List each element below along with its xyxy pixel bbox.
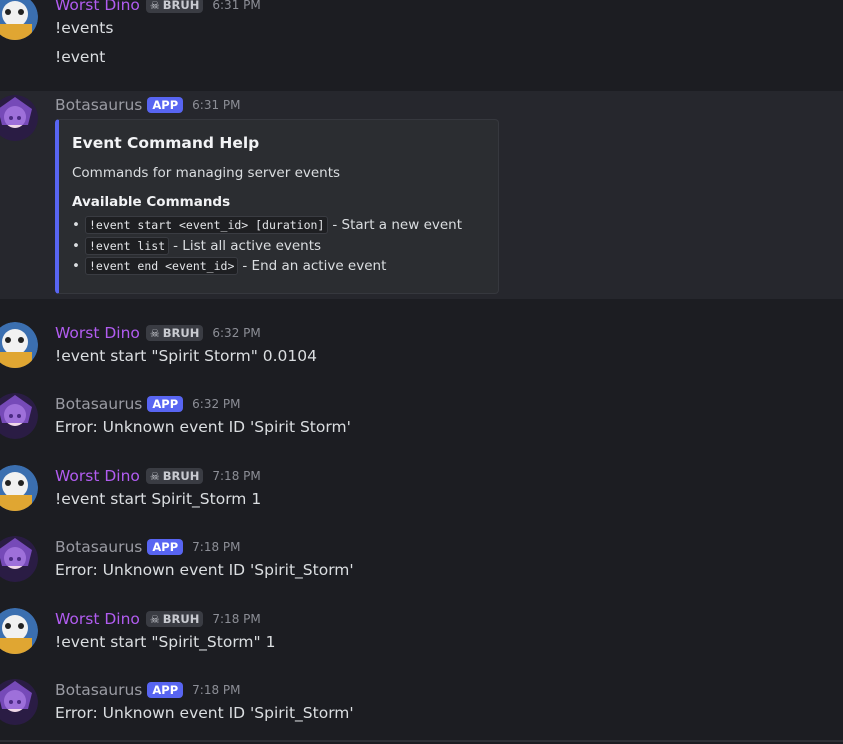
user-avatar[interactable] bbox=[0, 465, 38, 511]
command-code: !event list bbox=[84, 237, 170, 255]
bottom-divider bbox=[0, 740, 843, 742]
message-7: Botasaurus APP 7:18 PM Error: Unknown ev… bbox=[0, 676, 843, 740]
skull-icon: ☠ bbox=[149, 326, 160, 340]
timestamp: 7:18 PM bbox=[192, 540, 241, 554]
timestamp: 7:18 PM bbox=[212, 612, 261, 626]
username[interactable]: Worst Dino bbox=[55, 467, 140, 485]
bot-avatar[interactable] bbox=[0, 393, 38, 439]
message-3: Botasaurus APP 6:32 PM Error: Unknown ev… bbox=[0, 390, 843, 450]
username[interactable]: Botasaurus bbox=[55, 538, 142, 556]
embed-field-name: Available Commands bbox=[72, 194, 231, 210]
bot-avatar[interactable] bbox=[0, 536, 38, 582]
message-text: !event start "Spirit_Storm" 1 bbox=[55, 633, 276, 651]
bullet: • bbox=[72, 258, 80, 274]
message-4: Worst Dino ☠ BRUH 7:18 PM !event start Sp… bbox=[0, 462, 843, 522]
role-tag: ☠ BRUH bbox=[145, 0, 204, 13]
bullet: • bbox=[72, 217, 80, 233]
app-tag: APP bbox=[147, 396, 184, 412]
role-tag: ☠ BRUH bbox=[145, 611, 204, 627]
message-text: Error: Unknown event ID 'Spirit Storm' bbox=[55, 418, 351, 436]
command-desc: - End an active event bbox=[242, 258, 387, 274]
message-text: !event start Spirit_Storm 1 bbox=[55, 490, 262, 508]
role-tag: ☠ BRUH bbox=[145, 325, 204, 341]
help-embed: Event Command Help Commands for managing… bbox=[55, 119, 499, 294]
user-avatar[interactable] bbox=[0, 608, 38, 654]
app-tag: APP bbox=[147, 539, 184, 555]
username[interactable]: Worst Dino bbox=[55, 324, 140, 342]
skull-icon: ☠ bbox=[149, 612, 160, 626]
skull-icon: ☠ bbox=[149, 0, 160, 12]
command-desc: - Start a new event bbox=[332, 217, 463, 233]
timestamp: 6:32 PM bbox=[192, 397, 241, 411]
message-5: Botasaurus APP 7:18 PM Error: Unknown ev… bbox=[0, 533, 843, 593]
role-tag: ☠ BRUH bbox=[145, 468, 204, 484]
message-1: Botasaurus APP 6:31 PM Event Command Hel… bbox=[0, 91, 843, 299]
command-code: !event end <event_id> bbox=[84, 257, 239, 275]
message-text: !event bbox=[55, 48, 106, 66]
command-item: • !event end <event_id> - End an active … bbox=[72, 257, 386, 275]
app-tag: APP bbox=[147, 97, 184, 113]
bot-avatar[interactable] bbox=[0, 679, 38, 725]
timestamp: 7:18 PM bbox=[192, 683, 241, 697]
message-text: !event start "Spirit Storm" 0.0104 bbox=[55, 347, 318, 365]
message-6: Worst Dino ☠ BRUH 7:18 PM !event start "S… bbox=[0, 605, 843, 665]
command-item: • !event start <event_id> [duration] - S… bbox=[72, 216, 462, 234]
bot-avatar[interactable] bbox=[0, 95, 38, 141]
message-0: Worst Dino ☠ BRUH 6:31 PM !events !event bbox=[0, 0, 843, 88]
user-avatar[interactable] bbox=[0, 322, 38, 368]
embed-description: Commands for managing server events bbox=[72, 165, 341, 181]
bullet: • bbox=[72, 238, 80, 254]
message-text: !events bbox=[55, 19, 114, 37]
username[interactable]: Botasaurus bbox=[55, 681, 142, 699]
timestamp: 7:18 PM bbox=[212, 469, 261, 483]
command-desc: - List all active events bbox=[173, 238, 322, 254]
command-item: • !event list - List all active events bbox=[72, 237, 321, 255]
user-avatar[interactable] bbox=[0, 0, 38, 40]
timestamp: 6:32 PM bbox=[212, 326, 261, 340]
message-2: Worst Dino ☠ BRUH 6:32 PM !event start "S… bbox=[0, 319, 843, 379]
username[interactable]: Worst Dino bbox=[55, 0, 140, 14]
message-text: Error: Unknown event ID 'Spirit_Storm' bbox=[55, 704, 354, 722]
command-code: !event start <event_id> [duration] bbox=[84, 216, 329, 234]
timestamp: 6:31 PM bbox=[212, 0, 261, 12]
username[interactable]: Botasaurus bbox=[55, 96, 142, 114]
username[interactable]: Botasaurus bbox=[55, 395, 142, 413]
skull-icon: ☠ bbox=[149, 469, 160, 483]
app-tag: APP bbox=[147, 682, 184, 698]
message-text: Error: Unknown event ID 'Spirit_Storm' bbox=[55, 561, 354, 579]
username[interactable]: Worst Dino bbox=[55, 610, 140, 628]
timestamp: 6:31 PM bbox=[192, 98, 241, 112]
embed-title: Event Command Help bbox=[72, 134, 260, 152]
